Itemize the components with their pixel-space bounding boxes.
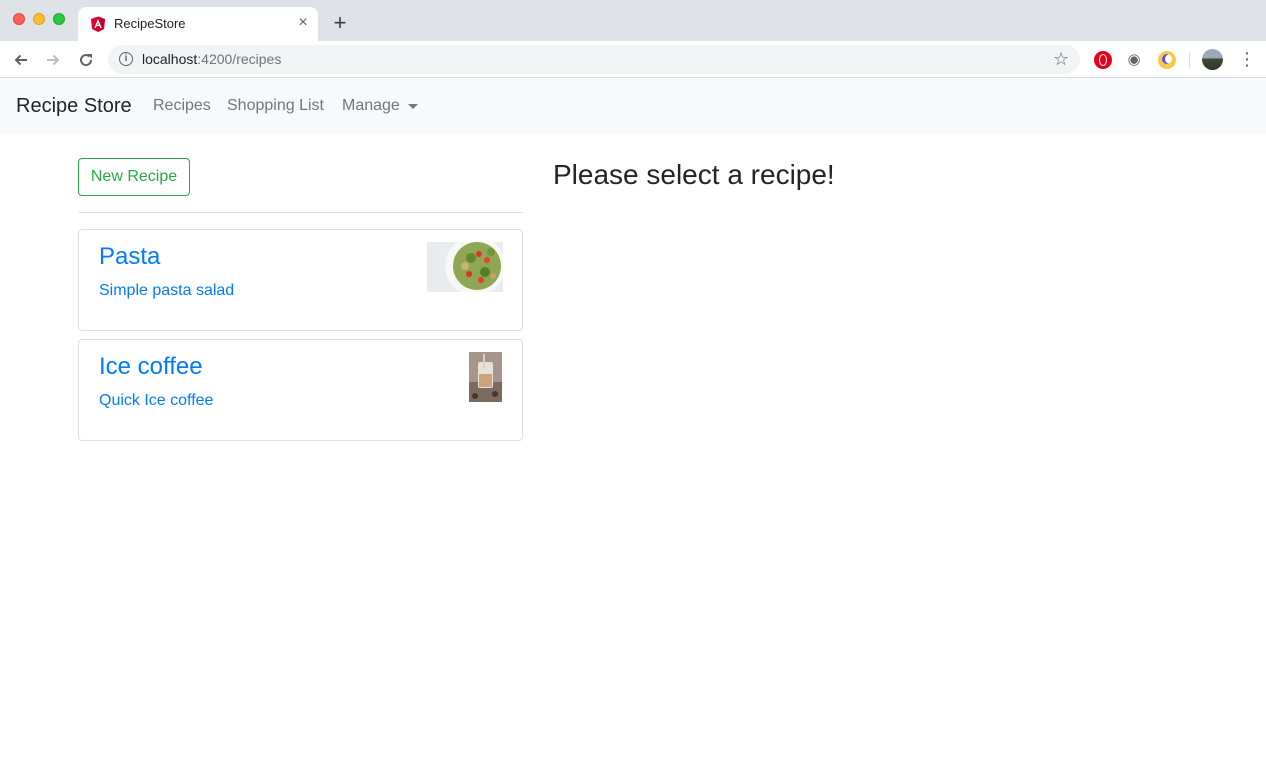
profile-avatar-icon[interactable] (1202, 49, 1223, 70)
url-text: localhost:4200/recipes (142, 51, 281, 68)
navbar-brand[interactable]: Recipe Store (16, 94, 132, 118)
new-tab-icon[interactable]: + (330, 12, 350, 34)
window-close-button[interactable] (13, 13, 25, 25)
opera-extension-icon[interactable] (1094, 51, 1112, 69)
browser-toolbar: i localhost:4200/recipes ☆ ◉ ⋮ (0, 41, 1266, 78)
site-info-icon[interactable]: i (119, 52, 133, 66)
back-arrow-icon[interactable] (10, 49, 32, 71)
url-host: localhost (142, 51, 198, 67)
nav-link-recipes[interactable]: Recipes (153, 96, 211, 116)
angular-favicon-icon (91, 16, 105, 32)
select-recipe-heading: Please select a recipe! (553, 159, 835, 190)
browser-tab-strip: RecipeStore × + (0, 0, 1266, 41)
chrome-menu-icon[interactable]: ⋮ (1238, 49, 1256, 71)
new-recipe-button[interactable]: New Recipe (78, 158, 190, 196)
list-divider (78, 212, 523, 213)
recipe-thumbnail (427, 242, 503, 292)
window-minimize-button[interactable] (33, 13, 45, 25)
recipe-name: Ice coffee (99, 353, 203, 380)
recipe-list-item[interactable]: Ice coffee Quick Ice coffee (78, 339, 523, 441)
tab-title: RecipeStore (114, 16, 186, 31)
recipe-description: Simple pasta salad (99, 282, 235, 299)
address-bar[interactable]: i localhost:4200/recipes ☆ (108, 45, 1080, 74)
recipe-name: Pasta (99, 243, 161, 270)
recipe-thumbnail (469, 352, 502, 402)
bookmark-star-icon[interactable]: ☆ (1053, 49, 1069, 69)
nav-dropdown-manage[interactable]: Manage (342, 96, 400, 116)
recipe-list-item[interactable]: Pasta Simple pasta salad (78, 229, 523, 331)
app-navbar: Recipe Store Recipes Shopping List Manag… (0, 78, 1266, 134)
forward-arrow-icon[interactable] (42, 49, 64, 71)
toolbar-separator (1189, 52, 1190, 68)
nav-link-shopping-list[interactable]: Shopping List (227, 96, 324, 116)
tab-close-icon[interactable]: × (294, 14, 312, 32)
recipe-description: Quick Ice coffee (99, 392, 214, 409)
reload-icon[interactable] (75, 49, 97, 71)
eye-extension-icon[interactable]: ◉ (1125, 51, 1143, 69)
url-path: :4200/recipes (197, 51, 282, 67)
moon-extension-icon[interactable] (1158, 51, 1176, 69)
chevron-down-icon[interactable] (408, 104, 418, 109)
window-maximize-button[interactable] (53, 13, 65, 25)
browser-tab[interactable]: RecipeStore × (78, 7, 318, 41)
